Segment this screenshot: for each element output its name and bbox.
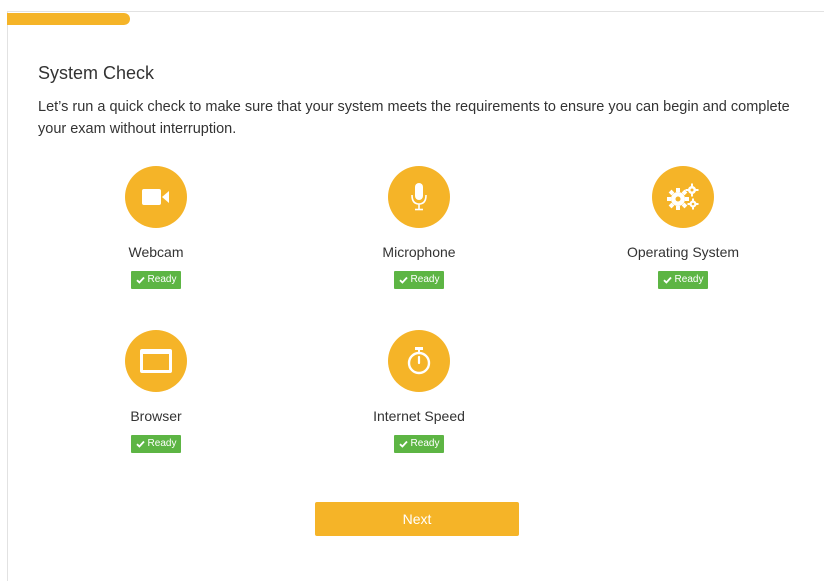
microphone-icon (388, 166, 450, 228)
status-text: Ready (674, 274, 704, 285)
status-badge: Ready (393, 271, 445, 289)
progress-bar (7, 13, 130, 25)
check-label: Webcam (128, 244, 184, 260)
check-label: Microphone (382, 244, 456, 260)
check-operating-system: Operating System Ready (598, 166, 768, 289)
check-label: Internet Speed (373, 408, 465, 424)
status-text: Ready (410, 274, 440, 285)
stopwatch-icon (388, 330, 450, 392)
gears-icon (652, 166, 714, 228)
status-badge: Ready (657, 271, 709, 289)
next-button[interactable]: Next (315, 502, 519, 536)
page-title: System Check (38, 63, 155, 83)
checkmark-icon (135, 440, 145, 448)
video-camera-icon (125, 166, 187, 228)
status-text: Ready (147, 274, 177, 285)
checkmark-icon (398, 440, 408, 448)
checkmark-icon (135, 276, 145, 284)
check-label: Browser (130, 408, 182, 424)
status-badge: Ready (393, 435, 445, 453)
status-text: Ready (147, 438, 177, 449)
check-browser: Browser Ready (71, 330, 241, 453)
browser-window-icon (125, 330, 187, 392)
status-badge: Ready (130, 271, 182, 289)
checkmark-icon (662, 276, 672, 284)
check-microphone: Microphone Ready (334, 166, 504, 289)
status-text: Ready (410, 438, 440, 449)
check-internet-speed: Internet Speed Ready (334, 330, 504, 453)
check-label: Operating System (626, 244, 740, 260)
check-webcam: Webcam Ready (71, 166, 241, 289)
intro-text: Let’s run a quick check to make sure tha… (38, 99, 790, 137)
checkmark-icon (398, 276, 408, 284)
status-badge: Ready (130, 435, 182, 453)
